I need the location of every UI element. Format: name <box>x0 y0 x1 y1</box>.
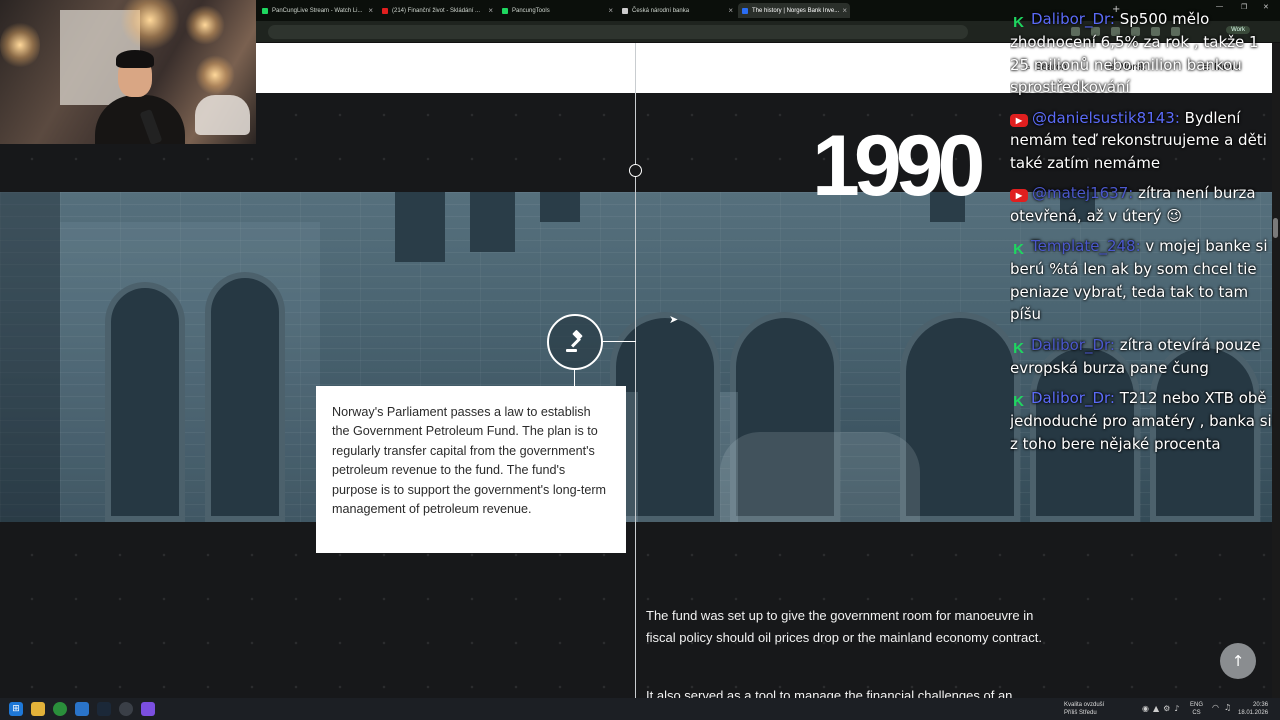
clock-time: 20:36 <box>1253 702 1269 708</box>
clock[interactable]: 20:36 18.01.2026 <box>1238 701 1268 717</box>
connector-line <box>602 341 636 342</box>
steam-icon[interactable] <box>97 702 111 716</box>
weather-title: Kvalita ovzduší <box>1064 702 1105 708</box>
tab-label: PancungTools <box>512 7 550 14</box>
wifi-icon[interactable]: ◠ <box>1212 703 1219 712</box>
kick-icon: K <box>1013 393 1024 410</box>
chat-username: Template_248: <box>1031 237 1141 255</box>
mouse-cursor-icon: ➤ <box>669 313 679 326</box>
kick-favicon-icon <box>502 7 508 14</box>
chat-username: Dalibor_Dr: <box>1031 335 1115 354</box>
app-icon[interactable] <box>141 702 155 716</box>
kick-icon: K <box>1013 241 1024 258</box>
clock-date: 18.01.2026 <box>1238 710 1269 716</box>
close-tab-icon[interactable]: × <box>368 6 373 15</box>
url-field[interactable] <box>268 25 968 39</box>
arrow-up-icon: ↑ <box>1231 652 1245 670</box>
chat-message: K Dalibor_Dr: Sp500 mělo zhodnocení 6,5% … <box>1010 8 1280 99</box>
close-tab-icon[interactable]: × <box>728 6 733 15</box>
tab-cnb[interactable]: Česká národní banka × <box>618 3 736 18</box>
chat-username: Dalibor_Dr: <box>1031 10 1115 28</box>
year-heading: 1990 <box>812 118 985 214</box>
system-tray-icons[interactable]: ◉▲⚙♪ <box>1142 704 1183 713</box>
body-paragraph: It also served as a tool to manage the f… <box>646 688 1013 698</box>
webcam-overlay <box>0 0 256 144</box>
kick-icon: K <box>1013 339 1024 357</box>
obs-icon[interactable] <box>119 702 133 716</box>
windows-taskbar: ⊞ Kvalita ovzduší Příliš Středu ◉▲⚙♪ ENG… <box>0 698 1280 720</box>
weather-subtitle: Příliš Středu <box>1064 710 1097 716</box>
nbim-favicon-icon <box>742 7 748 14</box>
fact-card: Norway's Parliament passes a law to esta… <box>316 386 626 553</box>
youtube-favicon-icon <box>382 7 388 14</box>
body-paragraph: The fund was set up to give the governme… <box>646 608 1042 645</box>
scroll-to-top-button[interactable]: ↑ <box>1220 643 1256 679</box>
chrome-icon[interactable] <box>53 702 67 716</box>
chat-username: @danielsustik8143: <box>1032 108 1180 127</box>
tab-norges-bank[interactable]: The history | Norges Bank Inve... × <box>738 3 850 18</box>
cnb-favicon-icon <box>622 7 628 14</box>
file-explorer-icon[interactable] <box>31 702 45 716</box>
youtube-icon: ▶ <box>1010 189 1028 202</box>
tab-label: Česká národní banka <box>632 7 690 14</box>
youtube-icon: ▶ <box>1010 113 1028 127</box>
keyboard-code: CS <box>1192 710 1201 716</box>
chat-message: ▶ @matej1637: zítra není burza otevřená, … <box>1010 182 1280 227</box>
close-tab-icon[interactable]: × <box>608 6 613 15</box>
chat-message: K Template_248: v mojej banke si berú %tá… <box>1010 235 1280 326</box>
gavel-icon <box>547 314 603 370</box>
tab-pancung-live[interactable]: PanCungLive Stream - Watch Li... × <box>258 3 376 18</box>
chat-message: ▶ @danielsustik8143: Bydlení nemám teď re… <box>1010 107 1280 175</box>
weather-widget[interactable]: Kvalita ovzduší Příliš Středu <box>1064 701 1104 717</box>
chat-username: Dalibor_Dr: <box>1031 389 1115 407</box>
volume-icon[interactable]: ♫ <box>1224 703 1231 712</box>
chat-overlay: K Dalibor_Dr: Sp500 mělo zhodnocení 6,5% … <box>1010 8 1280 454</box>
timeline-dot <box>629 164 642 177</box>
language-indicator[interactable]: ENG CS <box>1190 701 1203 717</box>
fact-text: Norway's Parliament passes a law to esta… <box>332 405 607 517</box>
connector-line <box>574 370 575 386</box>
chat-message: K Dalibor_Dr: zítra otevírá pouze evropsk… <box>1010 334 1280 380</box>
photos-icon[interactable] <box>75 702 89 716</box>
chat-username: @matej1637: <box>1032 184 1134 202</box>
tab-label: The history | Norges Bank Inve... <box>752 7 840 14</box>
language-code: ENG <box>1190 702 1204 708</box>
tab-financni-zivot[interactable]: (214) Finanční život - Skládání ... × <box>378 3 496 18</box>
kick-favicon-icon <box>262 7 268 14</box>
kick-icon: K <box>1013 14 1024 31</box>
windows-start-icon[interactable]: ⊞ <box>9 702 23 716</box>
tab-label: (214) Finanční život - Skládání ... <box>392 7 481 14</box>
timeline-line <box>635 43 636 698</box>
close-tab-icon[interactable]: × <box>488 6 493 15</box>
close-tab-icon[interactable]: × <box>842 6 847 15</box>
tab-pancung-tools[interactable]: PancungTools × <box>498 3 616 18</box>
tab-label: PanCungLive Stream - Watch Li... <box>272 7 363 14</box>
chat-message: K Dalibor_Dr: T212 nebo XTB obě jednoduch… <box>1010 387 1280 454</box>
